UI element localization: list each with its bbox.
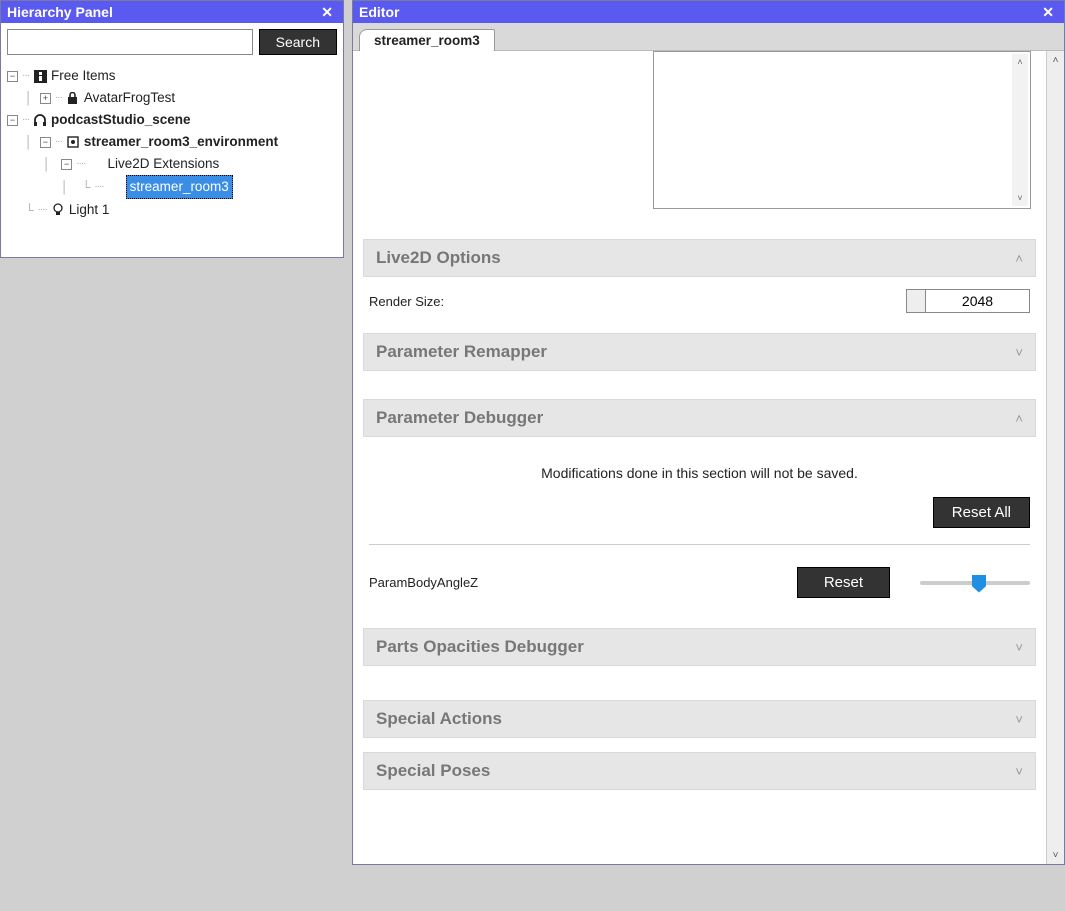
hierarchy-panel-header: Hierarchy Panel ✕ <box>1 1 343 23</box>
headphones-icon <box>33 113 47 127</box>
tree-label: AvatarFrogTest <box>84 87 175 109</box>
render-size-stepper[interactable] <box>906 289 926 313</box>
tree-label: streamer_room3_environment <box>84 131 278 153</box>
tree-label-selected: streamer_room3 <box>126 175 233 199</box>
editor-panel-title: Editor <box>359 4 399 20</box>
section-title: Special Poses <box>376 761 490 781</box>
tree-label: Live2D Extensions <box>108 153 220 175</box>
section-parameter-debugger-body: Modifications done in this section will … <box>363 437 1036 614</box>
render-size-label: Render Size: <box>369 294 444 309</box>
tree-line: ···· <box>76 153 85 175</box>
object-icon <box>66 135 80 149</box>
tree-node-streamer-env[interactable]: │ − ··· streamer_room3_environment <box>7 131 337 153</box>
section-live2d-options-header[interactable]: Live2D Options ˄ <box>363 239 1036 277</box>
section-title: Parts Opacities Debugger <box>376 637 584 657</box>
tree-node-avatar-frog[interactable]: │ + ··· AvatarFrogTest <box>7 87 337 109</box>
section-special-actions-header[interactable]: Special Actions ˅ <box>363 700 1036 738</box>
section-title: Live2D Options <box>376 248 501 268</box>
tree-label: Light 1 <box>69 199 110 221</box>
expander-icon[interactable]: − <box>7 71 18 82</box>
search-input[interactable] <box>7 29 253 55</box>
tree-node-streamer-room3[interactable]: │ └ ···· streamer_room3 <box>7 175 337 199</box>
chevron-down-icon: ˅ <box>1015 764 1023 779</box>
section-special-poses-header[interactable]: Special Poses ˅ <box>363 752 1036 790</box>
expander-icon[interactable]: − <box>40 137 51 148</box>
section-parameter-remapper-header[interactable]: Parameter Remapper ˅ <box>363 333 1036 371</box>
reset-all-button[interactable]: Reset All <box>933 497 1030 528</box>
section-title: Parameter Remapper <box>376 342 547 362</box>
lightbulb-icon <box>51 203 65 217</box>
search-button[interactable]: Search <box>259 29 337 55</box>
section-title: Parameter Debugger <box>376 408 543 428</box>
parameter-name: ParamBodyAngleZ <box>369 575 478 590</box>
chevron-down-icon: ˅ <box>1015 640 1023 655</box>
hierarchy-panel: Hierarchy Panel ✕ Search − ··· Free Item… <box>0 0 344 258</box>
reset-button[interactable]: Reset <box>797 567 890 598</box>
info-icon <box>33 69 47 83</box>
close-icon[interactable]: ✕ <box>317 4 337 21</box>
chevron-down-icon[interactable]: ˅ <box>1047 846 1064 864</box>
section-parameter-debugger-header[interactable]: Parameter Debugger ˄ <box>363 399 1036 437</box>
tree-line: ··· <box>22 65 29 87</box>
tree-node-live2d-ext[interactable]: │ − ···· Live2D Extensions <box>7 153 337 175</box>
tree-line: ···· <box>94 176 103 198</box>
tree-line: ··· <box>22 109 29 131</box>
slider-thumb[interactable] <box>972 575 986 593</box>
expander-icon[interactable]: + <box>40 93 51 104</box>
editor-tab-bar: streamer_room3 <box>353 23 1064 51</box>
chevron-down-icon: ˅ <box>1015 345 1023 360</box>
tree-line: ··· <box>55 87 62 109</box>
debugger-info-text: Modifications done in this section will … <box>369 449 1030 497</box>
search-row: Search <box>1 23 343 61</box>
section-parts-opacities-header[interactable]: Parts Opacities Debugger ˅ <box>363 628 1036 666</box>
render-size-input[interactable] <box>926 289 1030 313</box>
chevron-down-icon[interactable]: ˅ <box>1012 190 1028 206</box>
tab-streamer-room3[interactable]: streamer_room3 <box>359 29 495 51</box>
editor-panel-header: Editor ✕ <box>353 1 1064 23</box>
hierarchy-tree: − ··· Free Items │ + ··· AvatarFrogTest … <box>1 61 343 229</box>
editor-scroll-area[interactable]: ˄ ˅ Live2D Options ˄ Render Size: <box>353 51 1046 864</box>
chevron-up-icon[interactable]: ˄ <box>1047 51 1064 69</box>
chevron-up-icon: ˄ <box>1015 251 1023 266</box>
chevron-up-icon[interactable]: ˄ <box>1012 54 1028 70</box>
lock-icon <box>66 91 80 105</box>
chevron-up-icon: ˄ <box>1015 411 1023 426</box>
parameter-slider[interactable] <box>920 573 1030 593</box>
tree-line: ··· <box>55 131 62 153</box>
preview-scrollbar[interactable]: ˄ ˅ <box>1012 54 1028 206</box>
tree-label: podcastStudio_scene <box>51 109 191 131</box>
close-icon[interactable]: ✕ <box>1038 4 1058 21</box>
chevron-down-icon: ˅ <box>1015 712 1023 727</box>
editor-vertical-scrollbar[interactable]: ˄ ˅ <box>1046 51 1064 864</box>
tree-line: ···· <box>38 199 47 221</box>
tree-node-podcast-scene[interactable]: − ··· podcastStudio_scene <box>7 109 337 131</box>
section-live2d-options-body: Render Size: <box>363 277 1036 319</box>
expander-icon[interactable]: − <box>61 159 72 170</box>
tree-label: Free Items <box>51 65 116 87</box>
tree-node-free-items[interactable]: − ··· Free Items <box>7 65 337 87</box>
tree-node-light1[interactable]: └ ···· Light 1 <box>7 199 337 221</box>
preview-box: ˄ ˅ <box>653 51 1031 209</box>
editor-panel: Editor ✕ streamer_room3 ˄ ˅ Live2D Optio… <box>352 0 1065 865</box>
expander-icon[interactable]: − <box>7 115 18 126</box>
hierarchy-panel-title: Hierarchy Panel <box>7 4 113 20</box>
section-title: Special Actions <box>376 709 502 729</box>
